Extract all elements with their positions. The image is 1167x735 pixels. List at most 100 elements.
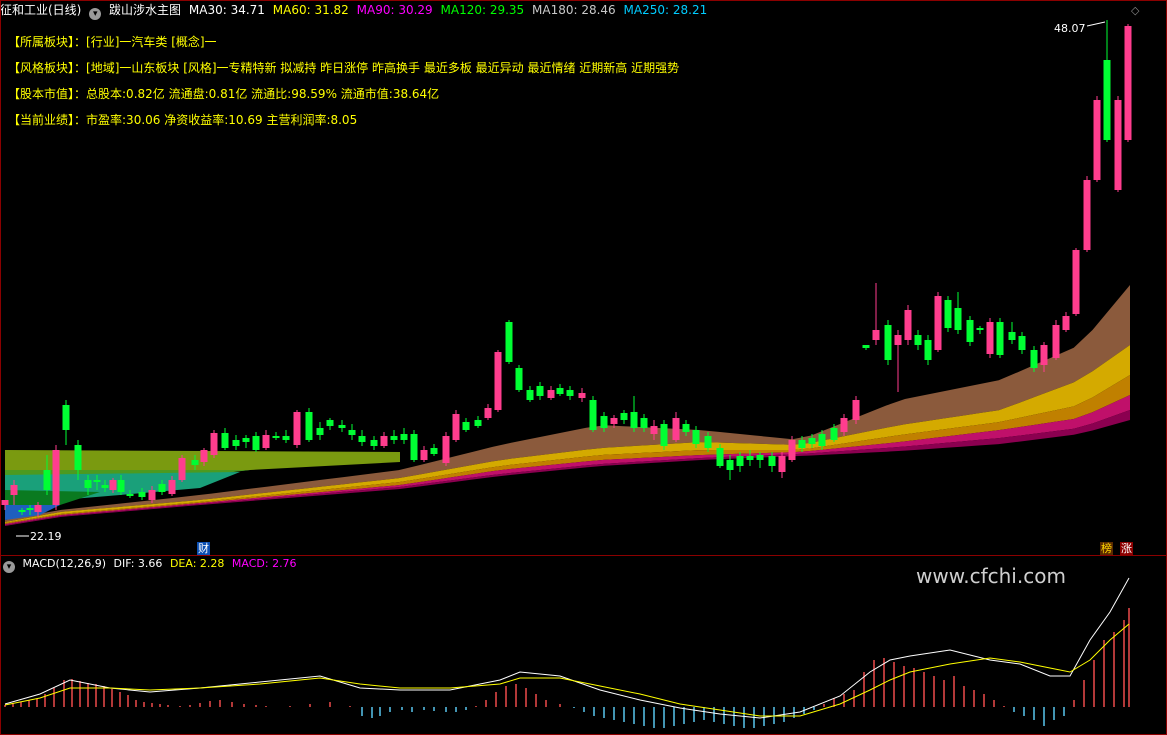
chart-frame	[0, 0, 1167, 735]
candle-body	[158, 484, 166, 492]
candle-body	[798, 440, 806, 448]
candle	[1083, 176, 1091, 252]
candle	[420, 446, 428, 462]
candle	[934, 292, 942, 352]
candle	[262, 430, 270, 450]
candle	[316, 422, 324, 440]
candle-body	[566, 390, 574, 396]
candle-body	[966, 320, 974, 342]
candle-body	[462, 422, 470, 430]
candle-body	[1093, 100, 1101, 180]
candle-body	[1124, 26, 1132, 140]
limit-up-tag[interactable]: 涨	[1120, 542, 1133, 555]
candle	[1072, 248, 1080, 316]
candle-body	[191, 460, 199, 465]
candle-body	[293, 412, 301, 445]
candle	[505, 320, 513, 364]
candle	[1052, 320, 1060, 360]
candle-body	[672, 418, 680, 440]
candle	[578, 388, 586, 402]
candle-body	[840, 418, 848, 432]
candle-body	[252, 436, 260, 450]
candle-body	[1008, 332, 1016, 340]
candle	[1093, 96, 1101, 182]
macd-header: ▾ MACD(12,26,9) DIF: 3.66 DEA: 2.28 MACD…	[0, 556, 301, 573]
macd-dropdown-icon[interactable]: ▾	[3, 561, 15, 573]
candle	[430, 444, 438, 456]
candle	[178, 455, 186, 482]
candle-body	[526, 390, 534, 400]
candle-body	[178, 458, 186, 480]
candle-body	[996, 322, 1004, 355]
candle	[221, 428, 229, 450]
candle-body	[536, 386, 544, 396]
candle-body	[818, 434, 826, 446]
candle-body	[117, 480, 125, 492]
candle-body	[358, 436, 366, 442]
candle	[589, 396, 597, 432]
candle-body	[400, 434, 408, 440]
candle-body	[262, 435, 270, 448]
candle-body	[1072, 250, 1080, 314]
candle-body	[242, 438, 250, 442]
candle-body	[109, 480, 117, 490]
candle	[338, 420, 346, 432]
candle-body	[954, 308, 962, 330]
candle-body	[10, 485, 18, 495]
candle-body	[221, 433, 229, 448]
candle	[282, 430, 290, 443]
candle	[944, 296, 952, 332]
candle	[914, 330, 922, 350]
candle-body	[768, 456, 776, 466]
candle-body	[442, 436, 450, 463]
candle-body	[380, 436, 388, 446]
macd-value: MACD: 2.76	[231, 557, 297, 570]
candle	[52, 445, 60, 510]
candle	[380, 432, 388, 448]
candle-body	[716, 448, 724, 466]
candle	[62, 400, 70, 445]
macd-title[interactable]: MACD(12,26,9)	[23, 557, 107, 570]
candle-body	[232, 440, 240, 446]
candle-body	[62, 405, 70, 430]
candle-body	[726, 460, 734, 470]
candle-body	[93, 480, 101, 482]
candle-body	[494, 352, 502, 410]
candle-body	[589, 400, 597, 430]
candle-body	[778, 456, 786, 472]
candle	[400, 428, 408, 444]
candle-body	[1030, 350, 1038, 368]
candle	[232, 435, 240, 450]
candle-body	[660, 424, 668, 446]
candle-body	[986, 322, 994, 354]
candle-body	[101, 485, 109, 488]
candle-body	[884, 325, 892, 360]
candle-body	[914, 335, 922, 345]
candle	[442, 432, 450, 466]
candle-body	[756, 455, 764, 460]
candle-body	[126, 494, 134, 496]
candle	[630, 396, 638, 432]
candle-body	[704, 436, 712, 448]
candle-body	[630, 412, 638, 428]
candle-body	[1062, 316, 1070, 330]
candle	[547, 386, 555, 400]
candle-body	[474, 420, 482, 426]
candle-body	[852, 400, 860, 420]
candle	[272, 432, 280, 440]
candle-body	[944, 300, 952, 328]
candle	[358, 430, 366, 446]
kline-chart[interactable]: 48.07 22.19	[0, 0, 1167, 735]
candle	[452, 410, 460, 442]
candle-body	[484, 408, 492, 418]
candle-body	[282, 436, 290, 440]
candle-body	[808, 438, 816, 444]
candle	[1062, 312, 1070, 332]
ranking-tag[interactable]: 榜	[1100, 542, 1113, 555]
candle-body	[26, 508, 34, 510]
candle-body	[515, 368, 523, 390]
candle	[494, 350, 502, 412]
candle	[872, 283, 880, 345]
candle	[894, 330, 902, 392]
finance-tag[interactable]: 财	[197, 542, 210, 555]
